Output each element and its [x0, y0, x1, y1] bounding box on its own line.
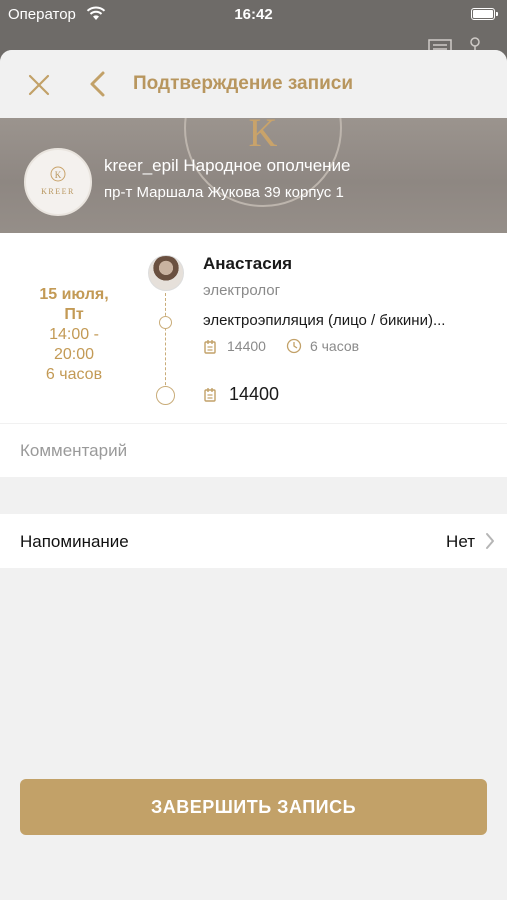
salon-logo: K KREER [41, 166, 75, 196]
clock: 16:42 [234, 6, 273, 23]
svg-text:KREER: KREER [41, 187, 75, 196]
reminder-value: Нет [446, 532, 475, 551]
salon-avatar[interactable]: K KREER [24, 148, 92, 216]
comment-input[interactable] [0, 424, 507, 477]
price-tag-icon [204, 339, 216, 354]
booking-time-start: 14:00 - [49, 326, 99, 343]
chevron-right-icon [486, 533, 494, 549]
clock-icon [286, 338, 302, 354]
timeline-line [165, 293, 166, 395]
service-name: электроэпиляция (лицо / бикини)... [203, 312, 446, 329]
complete-booking-button[interactable]: ЗАВЕРШИТЬ ЗАПИСЬ [20, 779, 487, 835]
salon-address: пр-т Маршала Жукова 39 корпус 1 [104, 184, 344, 201]
master-name: Анастасия [203, 254, 293, 273]
reminder-row[interactable]: Напоминание Нет [0, 514, 507, 568]
booking-details: 15 июля, Пт 14:00 - 20:00 6 часов Анаста… [0, 233, 507, 423]
page-title: Подтверждение записи [133, 73, 353, 94]
svg-text:K: K [55, 170, 62, 180]
battery-icon [471, 8, 498, 20]
service-meta: 14400 6 часов [203, 338, 359, 354]
total-price-row: 14400 [203, 384, 279, 405]
back-chevron-icon[interactable] [88, 70, 108, 98]
booking-weekday: Пт [64, 306, 84, 323]
master-avatar[interactable] [148, 255, 184, 291]
booking-duration: 6 часов [45, 366, 103, 383]
master-role: электролог [203, 282, 281, 299]
salon-name: kreer_epil Народное ополчение [104, 156, 351, 175]
total-price: 14400 [229, 384, 280, 404]
date-time-column: 15 июля, Пт 14:00 - 20:00 6 часов [0, 285, 148, 385]
booking-date: 15 июля, [39, 286, 109, 303]
timeline-dot [159, 316, 172, 329]
close-icon[interactable] [26, 72, 52, 98]
price-tag-icon [204, 388, 216, 402]
nav-bar: Подтверждение записи [0, 50, 507, 118]
status-bar: Оператор 16:42 [0, 0, 507, 32]
service-price: 14400 [227, 338, 266, 354]
salon-cover-logo: K [184, 118, 342, 207]
timeline-dot [156, 386, 175, 405]
salon-header: K K KREER kreer_epil Народное ополчение … [0, 118, 507, 246]
reminder-label: Напоминание [20, 532, 129, 551]
booking-time-end: 20:00 [53, 346, 95, 363]
service-duration: 6 часов [309, 338, 360, 354]
comment-row [0, 424, 507, 477]
svg-text:K: K [249, 118, 278, 155]
